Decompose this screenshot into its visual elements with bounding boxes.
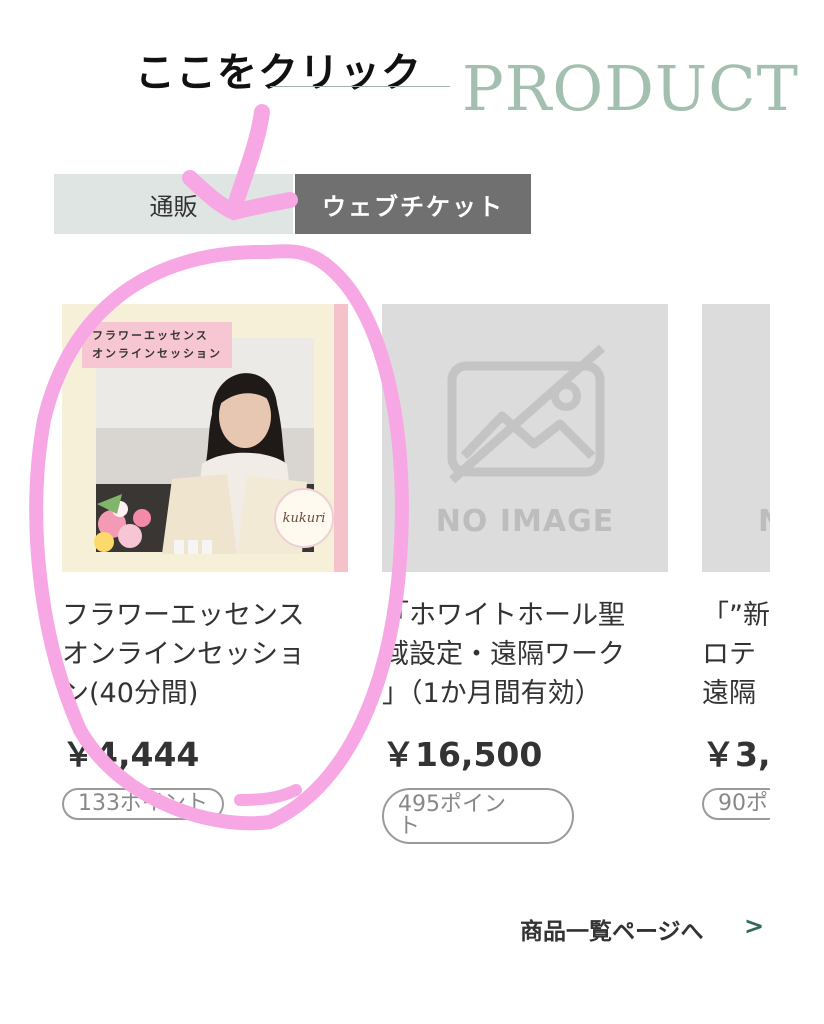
tab-mail-order-label: 通販: [149, 192, 198, 221]
no-image-icon: [447, 344, 605, 484]
product-image[interactable]: フラワーエッセンス オンラインセッション kukuri: [62, 304, 348, 572]
points-badge: 133ポイント: [62, 788, 224, 820]
page: ここをクリック PRODUCT 通販 ウェブチケット フラワーエッセンス オンラ…: [0, 0, 824, 1024]
carousel-clip: [770, 290, 824, 890]
tab-web-ticket-label: ウェブチケット: [322, 192, 504, 221]
annotation-label: ここをクリック: [135, 50, 422, 96]
product-name[interactable]: フラワーエッセンス オンラインセッショ ン(40分間): [62, 596, 348, 713]
chevron-right-icon[interactable]: >: [744, 912, 764, 940]
tab-web-ticket[interactable]: ウェブチケット: [295, 174, 531, 234]
product-list-link[interactable]: 商品一覧ページへ: [520, 912, 704, 946]
brand-logo: kukuri: [274, 488, 334, 548]
product-price: ￥16,500: [382, 735, 543, 774]
section-title: PRODUCT: [462, 52, 799, 125]
product-price: ￥4,444: [62, 735, 200, 774]
image-banner: フラワーエッセンス オンラインセッション: [82, 322, 232, 368]
no-image-text: NO IMAGE: [435, 504, 615, 539]
product-price: ￥3,: [702, 735, 771, 774]
points-badge: 495ポイン ト: [382, 788, 574, 844]
tab-mail-order[interactable]: 通販: [54, 174, 293, 234]
product-image[interactable]: NO IMAGE: [382, 304, 668, 572]
title-divider: [270, 86, 450, 87]
product-name[interactable]: 「ホワイトホール聖 域設定・遠隔ワーク 」（1か月間有効）: [382, 596, 668, 713]
brand-logo-text: kukuri: [282, 510, 326, 526]
